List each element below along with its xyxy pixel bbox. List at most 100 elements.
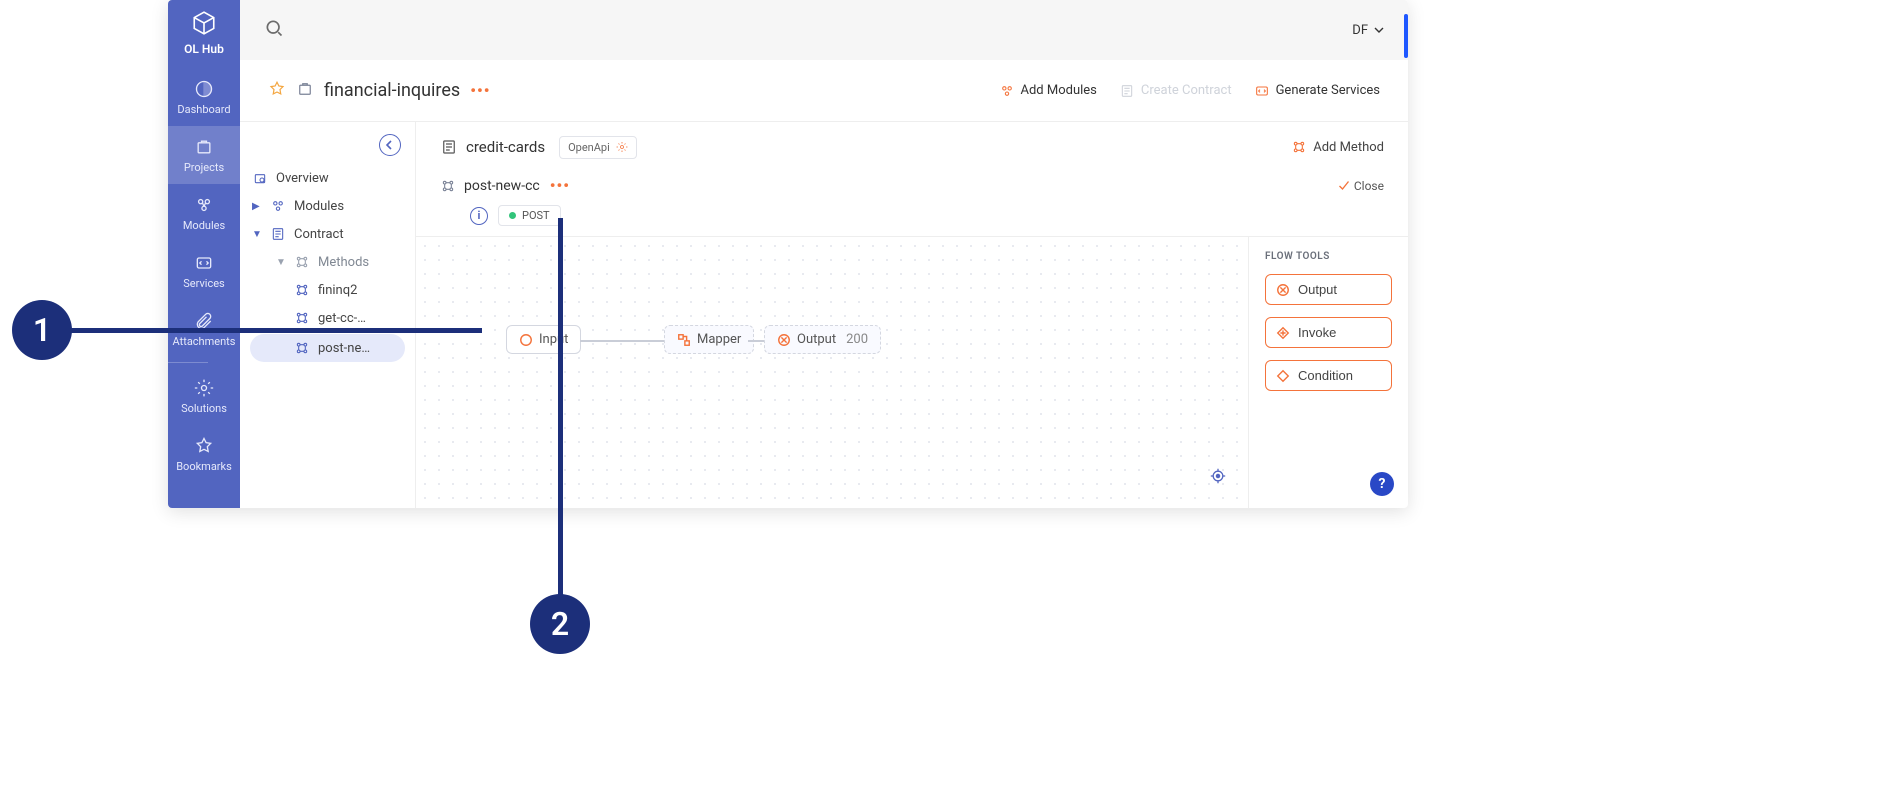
callout-badge-1: 1 (12, 300, 72, 360)
method-icon (440, 178, 456, 194)
openapi-button[interactable]: OpenApi (559, 136, 637, 159)
condition-icon (1276, 369, 1290, 383)
tool-output-button[interactable]: Output (1265, 274, 1392, 305)
nav-modules-label: Modules (183, 219, 225, 232)
chevron-down-icon: ▼ (276, 257, 286, 268)
tree-method-post-new-label: post-ne… (318, 341, 370, 356)
nav-bookmarks[interactable]: Bookmarks (168, 425, 240, 483)
add-modules-label: Add Modules (1021, 83, 1097, 98)
search-icon[interactable] (264, 18, 284, 42)
topbar: DF (240, 0, 1408, 60)
nav-solutions-label: Solutions (181, 402, 227, 415)
tree-overview[interactable]: Overview (240, 164, 415, 192)
tree-contract[interactable]: ▼ Contract (240, 220, 415, 248)
method-name-label: post-new-cc (464, 178, 540, 194)
nav-services-label: Services (183, 277, 224, 290)
help-button[interactable]: ? (1370, 472, 1394, 496)
http-verb-label: POST (522, 209, 550, 222)
openapi-label: OpenApi (568, 141, 610, 154)
tree-method-fininq2[interactable]: fininq2 (240, 276, 415, 304)
method-menu-icon[interactable]: ••• (550, 176, 570, 195)
nav-projects[interactable]: Projects (168, 126, 240, 184)
flow-node-output-label: Output (797, 332, 836, 347)
chevron-down-icon: ▼ (252, 229, 262, 240)
contract-icon (440, 138, 458, 156)
output-icon (777, 333, 791, 347)
add-modules-button[interactable]: Add Modules (999, 83, 1097, 99)
project-header: financial-inquires ••• Add Modules Creat… (240, 60, 1408, 122)
user-menu[interactable]: DF (1352, 23, 1384, 38)
tool-condition-button[interactable]: Condition (1265, 360, 1392, 391)
add-method-label: Add Method (1313, 140, 1384, 155)
project-name: financial-inquires (324, 80, 460, 101)
flow-tools-panel: FLOW TOOLS Output Invoke Condition (1248, 237, 1408, 508)
info-icon[interactable]: i (470, 207, 488, 225)
flow-node-output[interactable]: Output 200 (764, 325, 881, 354)
method-title: post-new-cc (440, 178, 540, 194)
nav-projects-label: Projects (184, 161, 224, 174)
star-icon[interactable] (268, 80, 286, 102)
nav-bookmarks-label: Bookmarks (176, 460, 232, 473)
chevron-down-icon (1374, 25, 1384, 35)
main-content: credit-cards OpenApi Add Method (416, 122, 1408, 508)
tree-modules-label: Modules (294, 199, 344, 214)
callout-line-1 (70, 328, 482, 333)
tree-method-get-cc-label: get-cc-… (318, 311, 366, 326)
nav-services[interactable]: Services (168, 242, 240, 300)
http-verb-chip: POST (498, 205, 561, 226)
create-contract-button: Create Contract (1119, 83, 1232, 99)
nav-dashboard[interactable]: Dashboard (168, 68, 240, 126)
generate-services-label: Generate Services (1276, 83, 1380, 98)
flow-node-output-code: 200 (846, 332, 868, 347)
close-label: Close (1354, 179, 1384, 193)
check-icon (1338, 180, 1350, 192)
tool-invoke-label: Invoke (1298, 325, 1336, 340)
contract-name-label: credit-cards (466, 138, 545, 156)
sidebar-nav: OL Hub Dashboard Projects Modules Servic… (168, 0, 240, 508)
flow-node-input[interactable]: Input (506, 325, 581, 354)
generate-services-button[interactable]: Generate Services (1254, 83, 1380, 99)
mapper-icon (677, 333, 691, 347)
project-type-icon (296, 80, 314, 102)
project-tree: Overview ▶ Modules ▼ Contract ▼ (240, 122, 416, 508)
tree-modules[interactable]: ▶ Modules (240, 192, 415, 220)
tree-overview-label: Overview (276, 171, 329, 186)
brand-logo: OL Hub (184, 10, 224, 56)
brand-name: OL Hub (184, 42, 224, 56)
tree-methods-group-label: Methods (318, 255, 369, 270)
add-method-icon (1291, 139, 1307, 155)
add-method-button[interactable]: Add Method (1291, 139, 1384, 155)
flow-canvas[interactable]: Input Mapper Output 200 (416, 237, 1248, 508)
nav-solutions[interactable]: Solutions (168, 367, 240, 425)
create-contract-label: Create Contract (1141, 83, 1232, 98)
project-menu-icon[interactable]: ••• (470, 81, 490, 100)
flow-node-mapper-label: Mapper (697, 332, 741, 347)
nav-attachments-label: Attachments (173, 335, 236, 348)
tree-method-post-new[interactable]: post-ne… (250, 334, 405, 362)
flow-node-input-label: Input (539, 332, 568, 347)
flow-tools-title: FLOW TOOLS (1265, 251, 1392, 262)
chevron-right-icon: ▶ (252, 201, 262, 212)
tree-method-fininq2-label: fininq2 (318, 283, 357, 298)
nav-dashboard-label: Dashboard (177, 103, 230, 116)
nav-modules[interactable]: Modules (168, 184, 240, 242)
user-initials: DF (1352, 23, 1368, 38)
tool-invoke-button[interactable]: Invoke (1265, 317, 1392, 348)
contract-title: credit-cards (440, 138, 545, 156)
status-dot-icon (509, 212, 516, 219)
circle-icon (519, 333, 533, 347)
collapse-tree-button[interactable] (379, 134, 401, 156)
tree-methods-group[interactable]: ▼ Methods (240, 248, 415, 276)
flow-connector (748, 340, 764, 342)
flow-node-mapper[interactable]: Mapper (664, 325, 754, 354)
recenter-icon[interactable] (1210, 468, 1226, 488)
flow-connector (580, 340, 664, 342)
tool-condition-label: Condition (1298, 368, 1353, 383)
tree-contract-label: Contract (294, 227, 344, 242)
output-icon (1276, 283, 1290, 297)
gear-icon (616, 141, 628, 153)
callout-line-2 (558, 218, 563, 596)
scroll-indicator (1404, 14, 1408, 58)
callout-badge-2: 2 (530, 594, 590, 654)
close-method-button[interactable]: Close (1338, 179, 1384, 193)
